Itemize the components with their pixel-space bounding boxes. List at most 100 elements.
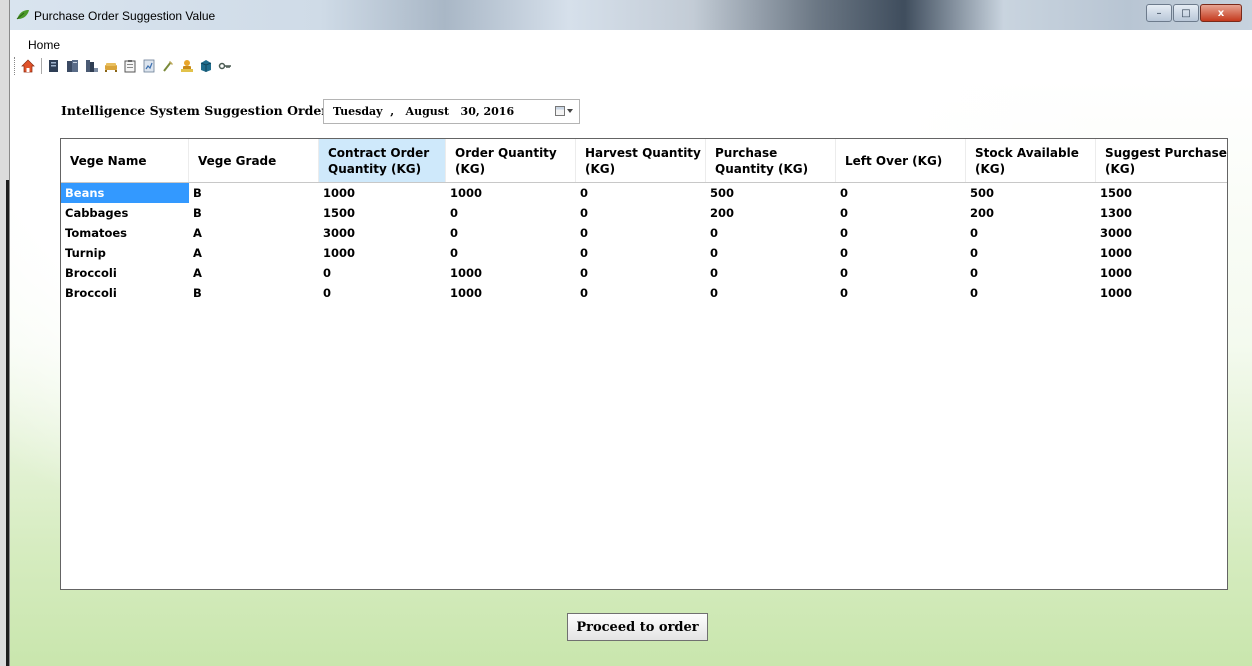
- page-heading: Intelligence System Suggestion Order: [61, 103, 328, 118]
- cell-suggest-purchase[interactable]: 1000: [1096, 263, 1227, 283]
- window-title: Purchase Order Suggestion Value: [34, 9, 216, 23]
- cell-left-over[interactable]: 0: [836, 203, 966, 223]
- cell-vege-grade[interactable]: B: [189, 203, 319, 223]
- cell-order-quantity[interactable]: 0: [446, 203, 576, 223]
- cell-left-over[interactable]: 0: [836, 243, 966, 263]
- column-header-stock-available[interactable]: Stock Available (KG): [966, 139, 1096, 182]
- book-stack-icon[interactable]: [66, 59, 80, 73]
- chevron-down-icon: [567, 109, 573, 113]
- cell-vege-name[interactable]: Broccoli: [61, 283, 189, 303]
- cell-order-quantity[interactable]: 1000: [446, 263, 576, 283]
- cell-vege-name[interactable]: Cabbages: [61, 203, 189, 223]
- cell-suggest-purchase[interactable]: 1000: [1096, 283, 1227, 303]
- cell-harvest-quantity[interactable]: 0: [576, 223, 706, 243]
- grid-header: Vege Name Vege Grade Contract Order Quan…: [61, 139, 1227, 183]
- cell-purchase-quantity[interactable]: 0: [706, 283, 836, 303]
- cell-order-quantity[interactable]: 0: [446, 223, 576, 243]
- cell-suggest-purchase[interactable]: 1500: [1096, 183, 1227, 203]
- brush-icon[interactable]: [161, 59, 175, 73]
- home-icon[interactable]: [21, 59, 35, 73]
- maximize-button[interactable]: □: [1173, 4, 1199, 22]
- worker-icon[interactable]: [180, 59, 194, 73]
- books-icon[interactable]: [85, 59, 99, 73]
- cell-vege-name[interactable]: Tomatoes: [61, 223, 189, 243]
- cell-stock-available[interactable]: 500: [966, 183, 1096, 203]
- document-icon[interactable]: [47, 59, 61, 73]
- table-row[interactable]: Tomatoes A 3000 0 0 0 0 0 3000: [61, 223, 1227, 243]
- leaf-icon: [16, 10, 29, 20]
- cell-left-over[interactable]: 0: [836, 183, 966, 203]
- calendar-dropdown-button[interactable]: [555, 105, 573, 117]
- cell-vege-grade[interactable]: A: [189, 263, 319, 283]
- cell-order-quantity[interactable]: 0: [446, 243, 576, 263]
- cell-purchase-quantity[interactable]: 0: [706, 243, 836, 263]
- cell-stock-available[interactable]: 0: [966, 263, 1096, 283]
- cell-stock-available[interactable]: 0: [966, 223, 1096, 243]
- cell-suggest-purchase[interactable]: 1000: [1096, 243, 1227, 263]
- cell-vege-name[interactable]: Turnip: [61, 243, 189, 263]
- toolbar: [10, 52, 1252, 80]
- table-row[interactable]: Cabbages B 1500 0 0 200 0 200 1300: [61, 203, 1227, 223]
- cell-left-over[interactable]: 0: [836, 283, 966, 303]
- box-icon[interactable]: [199, 59, 213, 73]
- cell-harvest-quantity[interactable]: 0: [576, 283, 706, 303]
- toolbar-separator: [41, 58, 42, 74]
- table-row[interactable]: Turnip A 1000 0 0 0 0 0 1000: [61, 243, 1227, 263]
- title-bar[interactable]: Purchase Order Suggestion Value – □ x: [10, 0, 1252, 30]
- cell-contract-order-quantity[interactable]: 1000: [319, 243, 446, 263]
- cell-left-over[interactable]: 0: [836, 223, 966, 243]
- cell-purchase-quantity[interactable]: 0: [706, 223, 836, 243]
- table-row[interactable]: Beans B 1000 1000 0 500 0 500 1500: [61, 183, 1227, 203]
- menu-bar: [10, 30, 1252, 50]
- close-button[interactable]: x: [1200, 4, 1242, 22]
- cell-harvest-quantity[interactable]: 0: [576, 203, 706, 223]
- column-header-vege-grade[interactable]: Vege Grade: [189, 139, 319, 182]
- cell-contract-order-quantity[interactable]: 1500: [319, 203, 446, 223]
- cell-contract-order-quantity[interactable]: 1000: [319, 183, 446, 203]
- cell-purchase-quantity[interactable]: 200: [706, 203, 836, 223]
- cell-suggest-purchase[interactable]: 3000: [1096, 223, 1227, 243]
- cell-order-quantity[interactable]: 1000: [446, 283, 576, 303]
- report-icon[interactable]: [142, 59, 156, 73]
- column-header-contract-order-quantity[interactable]: Contract Order Quantity (KG): [319, 139, 446, 182]
- table-row[interactable]: Broccoli A 0 1000 0 0 0 0 1000: [61, 263, 1227, 283]
- toolbar-grip[interactable]: [14, 57, 17, 75]
- cell-harvest-quantity[interactable]: 0: [576, 263, 706, 283]
- proceed-to-order-button[interactable]: Proceed to order: [567, 613, 708, 641]
- outer-window-frame: [0, 0, 10, 666]
- cell-contract-order-quantity[interactable]: 3000: [319, 223, 446, 243]
- cell-purchase-quantity[interactable]: 500: [706, 183, 836, 203]
- column-header-left-over[interactable]: Left Over (KG): [836, 139, 966, 182]
- cell-vege-name[interactable]: Beans: [61, 183, 189, 203]
- cell-vege-grade[interactable]: B: [189, 283, 319, 303]
- table-row[interactable]: Broccoli B 0 1000 0 0 0 0 1000: [61, 283, 1227, 303]
- cell-harvest-quantity[interactable]: 0: [576, 183, 706, 203]
- column-header-harvest-quantity[interactable]: Harvest Quantity (KG): [576, 139, 706, 182]
- cell-vege-grade[interactable]: A: [189, 243, 319, 263]
- column-header-purchase-quantity[interactable]: Purchase Quantity (KG): [706, 139, 836, 182]
- minimize-button[interactable]: –: [1146, 4, 1172, 22]
- calendar-icon: [555, 106, 565, 116]
- cell-stock-available[interactable]: 200: [966, 203, 1096, 223]
- column-header-suggest-purchase[interactable]: Suggest Purchase (KG): [1096, 139, 1227, 182]
- clipboard-icon[interactable]: [123, 59, 137, 73]
- column-header-order-quantity[interactable]: Order Quantity (KG): [446, 139, 576, 182]
- sofa-icon[interactable]: [104, 59, 118, 73]
- date-picker[interactable]: Tuesday , August 30, 2016: [323, 99, 580, 124]
- cell-contract-order-quantity[interactable]: 0: [319, 263, 446, 283]
- cell-harvest-quantity[interactable]: 0: [576, 243, 706, 263]
- cell-vege-name[interactable]: Broccoli: [61, 263, 189, 283]
- cell-vege-grade[interactable]: A: [189, 223, 319, 243]
- cell-stock-available[interactable]: 0: [966, 283, 1096, 303]
- cell-order-quantity[interactable]: 1000: [446, 183, 576, 203]
- column-header-vege-name[interactable]: Vege Name: [61, 139, 189, 182]
- cell-purchase-quantity[interactable]: 0: [706, 263, 836, 283]
- cell-vege-grade[interactable]: B: [189, 183, 319, 203]
- data-grid[interactable]: Vege Name Vege Grade Contract Order Quan…: [60, 138, 1228, 590]
- cell-contract-order-quantity[interactable]: 0: [319, 283, 446, 303]
- key-icon[interactable]: [218, 59, 232, 73]
- cell-stock-available[interactable]: 0: [966, 243, 1096, 263]
- cell-left-over[interactable]: 0: [836, 263, 966, 283]
- menu-home[interactable]: Home: [28, 38, 60, 52]
- cell-suggest-purchase[interactable]: 1300: [1096, 203, 1227, 223]
